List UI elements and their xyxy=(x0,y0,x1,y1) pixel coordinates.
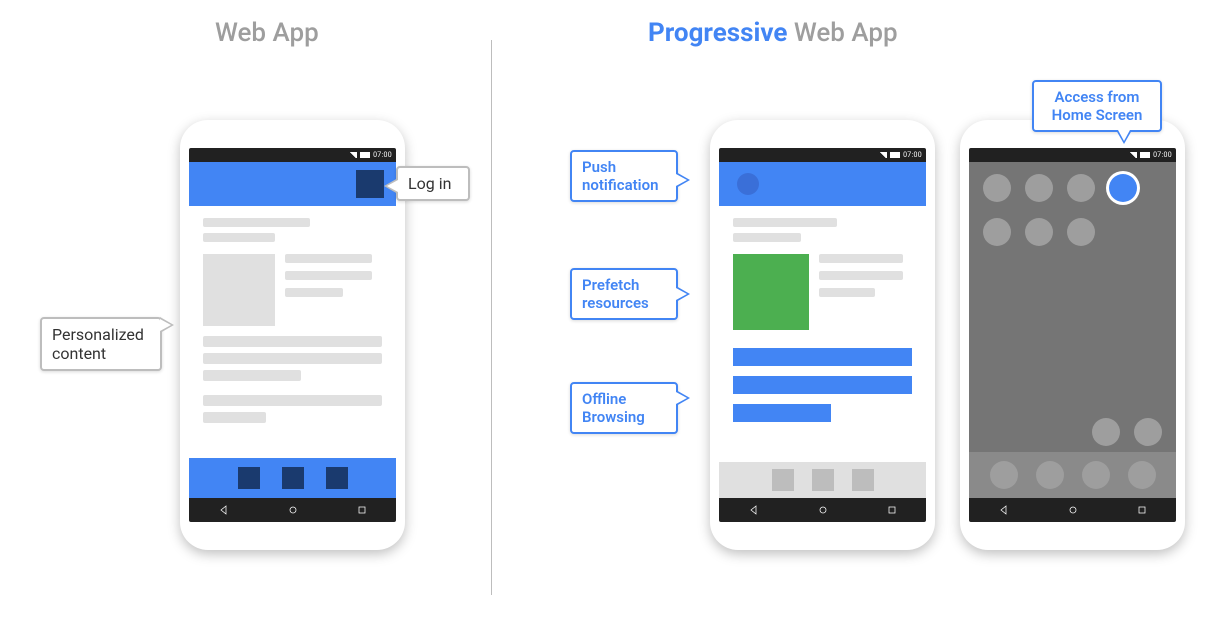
app-icon-placeholder[interactable] xyxy=(1092,418,1120,446)
app-bar xyxy=(719,162,926,206)
home-icons-grid xyxy=(969,174,1176,246)
prefetched-resource xyxy=(733,254,809,330)
home-icon xyxy=(1067,504,1079,516)
dock-app-icon[interactable] xyxy=(1128,461,1156,489)
title-web-app: Web App xyxy=(215,18,319,48)
content-area xyxy=(719,206,926,440)
home-icon xyxy=(287,504,299,516)
battery-icon xyxy=(890,152,900,158)
home-icon xyxy=(817,504,829,516)
nav-item[interactable] xyxy=(772,469,794,491)
callout-prefetch: Prefetch resources xyxy=(570,268,678,320)
dock-app-icon[interactable] xyxy=(990,461,1018,489)
status-bar: 07:00 xyxy=(719,148,926,162)
pwa-home-icon[interactable] xyxy=(1109,174,1137,202)
home-dock xyxy=(969,452,1176,498)
offline-content-bar xyxy=(733,348,912,366)
back-icon xyxy=(998,504,1010,516)
signal-icon xyxy=(1129,152,1137,158)
phone-pwa-app: 07:00 xyxy=(710,120,935,550)
bottom-nav[interactable] xyxy=(719,462,926,498)
callout-home-access: Access from Home Screen xyxy=(1032,80,1162,132)
recent-icon xyxy=(886,504,898,516)
app-icon-placeholder[interactable] xyxy=(1025,174,1053,202)
divider xyxy=(491,40,492,595)
image-placeholder xyxy=(203,254,275,326)
nav-item[interactable] xyxy=(852,469,874,491)
android-navbar xyxy=(189,498,396,522)
signal-icon xyxy=(349,152,357,158)
app-bar xyxy=(189,162,396,206)
android-navbar xyxy=(969,498,1176,522)
recent-icon xyxy=(356,504,368,516)
callout-personalized: Personalized content xyxy=(40,317,162,371)
offline-content-bar xyxy=(733,404,831,422)
app-icon-placeholder[interactable] xyxy=(983,174,1011,202)
phone-homescreen: 07:00 xyxy=(960,120,1185,550)
dock-app-icon[interactable] xyxy=(1082,461,1110,489)
recent-icon xyxy=(1136,504,1148,516)
android-navbar xyxy=(719,498,926,522)
battery-icon xyxy=(1140,152,1150,158)
nav-item[interactable] xyxy=(282,467,304,489)
app-icon-placeholder[interactable] xyxy=(1025,218,1053,246)
login-button-placeholder[interactable] xyxy=(356,170,384,198)
status-time: 07:00 xyxy=(1153,151,1172,159)
app-icon-placeholder[interactable] xyxy=(1067,218,1095,246)
app-icon-placeholder[interactable] xyxy=(983,218,1011,246)
battery-icon xyxy=(360,152,370,158)
title-accent: Progressive xyxy=(648,18,787,48)
status-time: 07:00 xyxy=(903,151,922,159)
status-bar: 07:00 xyxy=(969,148,1176,162)
title-pwa: Progressive Web App xyxy=(648,18,898,48)
status-time: 07:00 xyxy=(373,151,392,159)
bottom-nav[interactable] xyxy=(189,458,396,498)
push-notification-indicator[interactable] xyxy=(737,173,759,195)
status-bar: 07:00 xyxy=(189,148,396,162)
nav-item[interactable] xyxy=(326,467,348,489)
dock-app-icon[interactable] xyxy=(1036,461,1064,489)
nav-item[interactable] xyxy=(812,469,834,491)
back-icon xyxy=(748,504,760,516)
app-icon-placeholder[interactable] xyxy=(1067,174,1095,202)
callout-push: Push notification xyxy=(570,150,678,202)
content-area xyxy=(189,206,396,431)
callout-login: Log in xyxy=(396,166,470,201)
signal-icon xyxy=(879,152,887,158)
back-icon xyxy=(218,504,230,516)
offline-content-bar xyxy=(733,376,912,394)
phone-webapp: 07:00 xyxy=(180,120,405,550)
title-rest: Web App xyxy=(787,18,897,48)
nav-item[interactable] xyxy=(238,467,260,489)
app-icon-placeholder[interactable] xyxy=(1134,418,1162,446)
callout-offline: Offline Browsing xyxy=(570,382,678,434)
